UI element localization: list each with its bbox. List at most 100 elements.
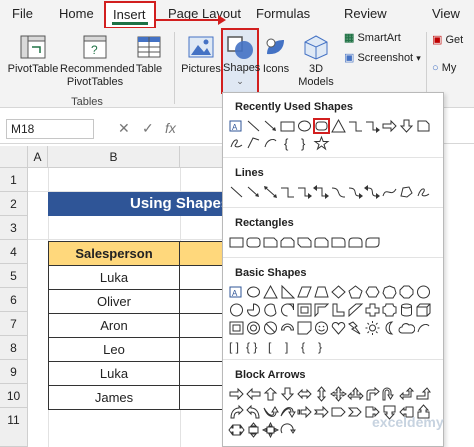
heart-icon[interactable] [330, 320, 347, 336]
left-arrow-icon[interactable] [245, 386, 262, 402]
row-header-4[interactable]: 4 [0, 240, 28, 264]
smiley-face-icon[interactable] [313, 320, 330, 336]
right-bracket-icon[interactable]: ] [279, 338, 296, 354]
bent-up-arrow-icon[interactable] [415, 386, 432, 402]
plaque-icon[interactable] [381, 302, 398, 318]
cancel-icon[interactable]: ✕ [118, 120, 130, 137]
snip-single-corner-rectangle-icon[interactable] [262, 234, 279, 250]
frame-icon[interactable] [296, 302, 313, 318]
up-arrow-icon[interactable] [262, 386, 279, 402]
half-frame-icon[interactable] [313, 302, 330, 318]
right-brace-icon[interactable]: } [313, 338, 330, 354]
enter-icon[interactable]: ✓ [142, 120, 154, 137]
curved-connector-icon[interactable] [330, 184, 347, 200]
row-header-2[interactable]: 2 [0, 192, 28, 216]
curved-up-arrow-icon[interactable] [262, 404, 279, 420]
hexagon-icon[interactable] [364, 284, 381, 300]
striped-right-arrow-icon[interactable] [296, 404, 313, 420]
table-button[interactable]: Table [132, 34, 166, 76]
diagonal-stripe-icon[interactable] [347, 302, 364, 318]
snip-diagonal-corner-rectangle-icon[interactable] [296, 234, 313, 250]
elbow-arrow-connector-icon[interactable] [364, 118, 381, 134]
snip-round-rectangle-icon[interactable] [313, 234, 330, 250]
3d-models-button[interactable]: 3D Models [294, 34, 338, 89]
tab-formulas[interactable]: Formulas [256, 6, 310, 21]
decagon-icon[interactable] [415, 284, 432, 300]
column-header-a[interactable]: A [28, 146, 48, 168]
heptagon-icon[interactable] [381, 284, 398, 300]
text-box-icon[interactable]: A [228, 284, 245, 300]
cube-icon[interactable] [415, 302, 432, 318]
left-right-arrow-callout-icon[interactable] [228, 422, 245, 438]
left-bracket-icon[interactable]: [ [262, 338, 279, 354]
up-down-arrow-callout-icon[interactable] [245, 422, 262, 438]
curve-icon[interactable] [381, 184, 398, 200]
no-symbol-icon[interactable] [262, 320, 279, 336]
name-box[interactable]: M18 [6, 119, 94, 139]
table-cell-name[interactable]: Aron [48, 313, 180, 338]
moon-icon[interactable] [381, 320, 398, 336]
left-right-up-arrow-icon[interactable] [347, 386, 364, 402]
curved-down-arrow-icon[interactable] [279, 404, 296, 420]
pentagon-arrow-icon[interactable] [330, 404, 347, 420]
cross-icon[interactable] [364, 302, 381, 318]
left-bracket-callout-icon[interactable] [245, 135, 262, 151]
star-icon[interactable] [313, 135, 330, 151]
pentagon-icon[interactable] [347, 284, 364, 300]
parallelogram-icon[interactable] [296, 284, 313, 300]
curved-arrow-connector-icon[interactable] [347, 184, 364, 200]
left-brace-icon[interactable]: { [279, 135, 296, 151]
row-header-5[interactable]: 5 [0, 264, 28, 288]
left-up-arrow-icon[interactable] [398, 386, 415, 402]
round-diagonal-rectangle-icon[interactable] [364, 234, 381, 250]
round-same-side-rectangle-icon[interactable] [347, 234, 364, 250]
up-down-arrow-icon[interactable] [313, 386, 330, 402]
donut-icon[interactable] [245, 320, 262, 336]
tab-home[interactable]: Home [59, 6, 94, 21]
double-bracket-icon[interactable]: [ ] [228, 338, 245, 354]
triangle-icon[interactable] [330, 118, 347, 134]
fx-icon[interactable]: fx [165, 120, 176, 136]
oval-icon[interactable] [296, 118, 313, 134]
quad-arrow-callout-icon[interactable] [262, 422, 279, 438]
row-header-10[interactable]: 10 [0, 384, 28, 408]
row-header-1[interactable]: 1 [0, 168, 28, 192]
right-arrow-icon[interactable] [228, 386, 245, 402]
arc-icon[interactable] [415, 320, 432, 336]
triangle-icon[interactable] [262, 284, 279, 300]
elbow-connector-icon[interactable] [347, 118, 364, 134]
rectangle-icon[interactable] [279, 118, 296, 134]
screenshot-button[interactable]: ▣ Screenshot ▾ [344, 52, 421, 65]
dodecagon-icon[interactable] [228, 302, 245, 318]
shapes-button[interactable]: Shapes ⌄ [221, 28, 260, 94]
chevron-arrow-icon[interactable] [347, 404, 364, 420]
double-brace-icon[interactable]: { } [245, 338, 262, 354]
select-all-corner[interactable] [0, 146, 28, 168]
table-cell-name[interactable]: Luka [48, 361, 180, 386]
oval-icon[interactable] [245, 284, 262, 300]
arrow-line-icon[interactable] [262, 118, 279, 134]
icons-button[interactable]: Icons [261, 34, 291, 76]
row-header-3[interactable]: 3 [0, 216, 28, 240]
row-header-9[interactable]: 9 [0, 360, 28, 384]
down-arrow-shape-icon[interactable] [398, 118, 415, 134]
bevel-icon[interactable] [228, 320, 245, 336]
line-icon[interactable] [228, 184, 245, 200]
line-icon[interactable] [245, 118, 262, 134]
row-header-7[interactable]: 7 [0, 312, 28, 336]
snip-corner-rectangle-icon[interactable] [415, 118, 432, 134]
left-right-arrow-icon[interactable] [296, 386, 313, 402]
snip-same-side-corner-rectangle-icon[interactable] [279, 234, 296, 250]
pivottable-button[interactable]: PivotTable [5, 34, 61, 76]
right-triangle-icon[interactable] [279, 284, 296, 300]
circular-arrow-icon[interactable] [279, 422, 296, 438]
down-arrow-icon[interactable] [279, 386, 296, 402]
pictures-button[interactable]: Pictures [181, 34, 221, 76]
teardrop-icon[interactable] [279, 302, 296, 318]
notched-right-arrow-icon[interactable] [313, 404, 330, 420]
l-shape-icon[interactable] [330, 302, 347, 318]
left-brace-icon[interactable]: { [296, 338, 313, 354]
tab-review[interactable]: Review [344, 6, 387, 21]
right-brace-icon[interactable]: } [296, 135, 313, 151]
freeform-shape-icon[interactable] [398, 184, 415, 200]
